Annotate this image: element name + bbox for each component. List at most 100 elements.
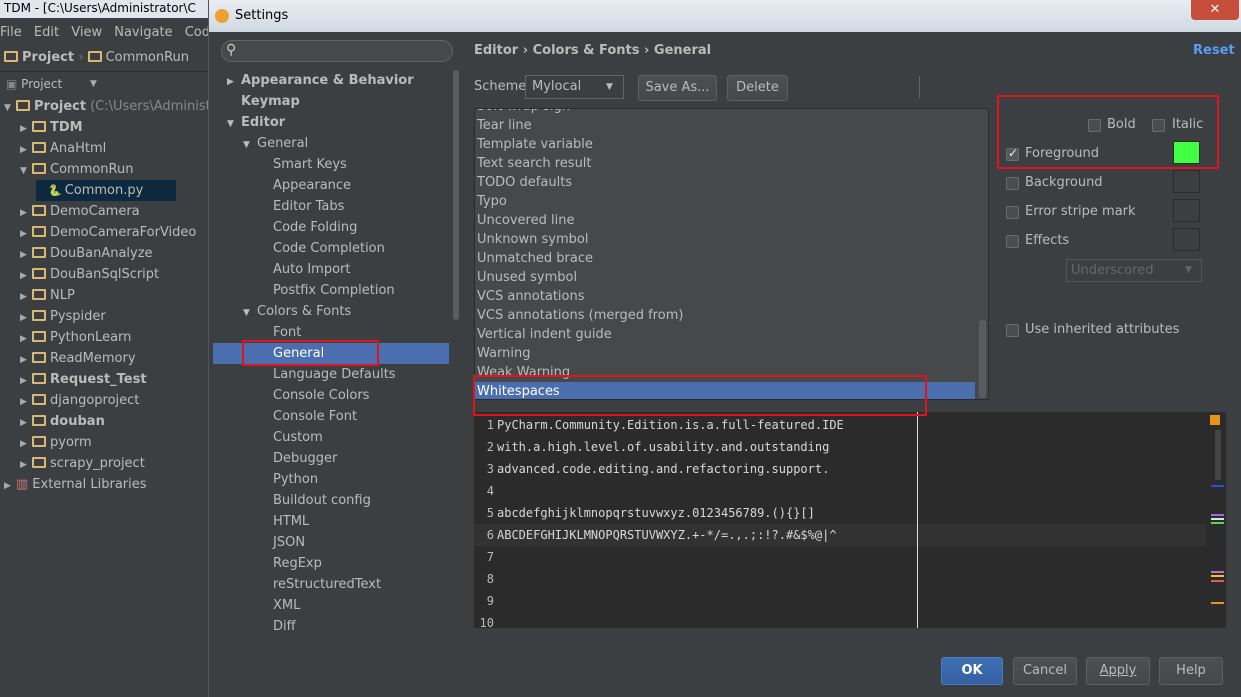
nav-scrollbar[interactable] (453, 70, 459, 320)
preview-scrollbar[interactable] (1215, 430, 1221, 480)
nav-item[interactable]: Debugger (259, 448, 337, 469)
expand-arrow-icon[interactable]: ▶ (4, 476, 16, 497)
expand-arrow-icon[interactable]: ▼ (227, 114, 241, 135)
nav-item[interactable]: RegExp (259, 553, 322, 574)
expand-arrow-icon[interactable]: ▶ (20, 371, 32, 392)
tree-item[interactable]: ▶ DemoCamera (20, 201, 140, 222)
expand-arrow-icon[interactable]: ▶ (20, 119, 32, 140)
error-stripe-color-swatch[interactable] (1173, 199, 1200, 222)
expand-arrow-icon[interactable]: ▼ (4, 98, 16, 119)
nav-item[interactable]: reStructuredText (259, 574, 381, 595)
nav-item[interactable]: HTML (259, 511, 309, 532)
expand-arrow-icon[interactable]: ▶ (20, 455, 32, 476)
attribute-item[interactable]: Unknown symbol (477, 230, 588, 249)
use-inherited-checkbox[interactable] (1006, 324, 1019, 337)
attribute-list-scrollbar[interactable] (979, 320, 986, 398)
attribute-item[interactable]: Unused symbol (477, 268, 577, 287)
attribute-item[interactable]: TODO defaults (477, 173, 572, 192)
close-button[interactable]: ✕ (1191, 0, 1239, 20)
cancel-button[interactable]: Cancel (1013, 657, 1077, 685)
tree-item[interactable]: ▶ DouBanSqlScript (20, 264, 159, 285)
nav-item[interactable]: Buildout config (259, 490, 371, 511)
nav-item[interactable]: Code Folding (259, 217, 357, 238)
crumb-project[interactable]: Project (22, 50, 74, 65)
expand-arrow-icon[interactable]: ▶ (20, 140, 32, 161)
attribute-list[interactable]: Soft wrap signTear lineTemplate variable… (474, 108, 989, 400)
attribute-item[interactable]: Vertical indent guide (477, 325, 612, 344)
tree-item[interactable]: ▼ Project (C:\Users\Administrat (4, 96, 229, 117)
attribute-item[interactable]: VCS annotations (merged from) (477, 306, 683, 325)
expand-arrow-icon[interactable]: ▶ (20, 329, 32, 350)
effects-color-swatch[interactable] (1173, 228, 1200, 251)
expand-arrow-icon[interactable]: ▶ (227, 72, 241, 93)
nav-item[interactable]: ▶ Appearance & Behavior (227, 70, 414, 91)
nav-item[interactable]: Python (259, 469, 318, 490)
expand-arrow-icon[interactable]: ▶ (20, 434, 32, 455)
nav-item[interactable]: ▼ General (243, 133, 308, 154)
nav-item[interactable]: Editor Tabs (259, 196, 344, 217)
effects-checkbox[interactable] (1006, 235, 1019, 248)
apply-button[interactable]: Apply (1086, 657, 1150, 685)
nav-item[interactable]: Auto Import (259, 259, 350, 280)
attribute-item[interactable]: Unmatched brace (477, 249, 593, 268)
settings-search-input[interactable]: ⚲ (221, 40, 453, 62)
nav-item[interactable]: XML (259, 595, 300, 616)
nav-item[interactable]: Font (259, 322, 301, 343)
nav-item[interactable]: Language Defaults (259, 364, 396, 385)
tree-item[interactable]: ▶ PythonLearn (20, 327, 131, 348)
tree-item[interactable]: ▶ Pyspider (20, 306, 106, 327)
attribute-item[interactable]: Uncovered line (477, 211, 574, 230)
tree-item[interactable]: ▶ Request_Test (20, 369, 147, 390)
reset-link[interactable]: Reset (1193, 43, 1235, 58)
attribute-item[interactable]: VCS annotations (477, 287, 585, 306)
bold-checkbox[interactable] (1088, 119, 1101, 132)
crumb-commonrun[interactable]: CommonRun (106, 50, 189, 65)
nav-item[interactable]: Console Colors (259, 385, 369, 406)
expand-arrow-icon[interactable]: ▶ (20, 413, 32, 434)
expand-arrow-icon[interactable]: ▼ (20, 161, 32, 182)
background-checkbox[interactable] (1006, 177, 1019, 190)
tree-item[interactable]: ▼ CommonRun (20, 159, 133, 180)
tree-item[interactable]: ▶ pyorm (20, 432, 92, 453)
code-preview[interactable]: 1 PyCharm.Community.Edition.is.a.full-fea… (474, 412, 1226, 628)
nav-item[interactable]: Console Font (259, 406, 357, 427)
scheme-select[interactable]: Mylocal ▼ (525, 75, 920, 99)
nav-item[interactable]: General (259, 343, 324, 364)
tree-item[interactable]: ▶ NLP (20, 285, 75, 306)
tree-item[interactable]: ▶ DemoCameraForVideo (20, 222, 196, 243)
attribute-item[interactable]: Soft wrap sign (477, 109, 570, 116)
nav-item[interactable]: Postfix Completion (259, 280, 395, 301)
menu-view[interactable]: View (71, 22, 102, 44)
attribute-item[interactable]: Typo (477, 192, 507, 211)
tree-item[interactable]: ▶ scrapy_project (20, 453, 145, 474)
nav-item[interactable]: Smart Keys (259, 154, 347, 175)
attribute-item[interactable]: Template variable (477, 135, 593, 154)
nav-item[interactable]: ▼ Editor (227, 112, 285, 133)
nav-item[interactable]: Code Completion (259, 238, 385, 259)
menu-file[interactable]: File (0, 22, 22, 44)
nav-item[interactable]: Appearance (259, 175, 351, 196)
nav-item[interactable]: Custom (259, 427, 323, 448)
expand-arrow-icon[interactable]: ▶ (20, 350, 32, 371)
menu-navigate[interactable]: Navigate (114, 22, 172, 44)
expand-arrow-icon[interactable]: ▶ (20, 245, 32, 266)
nav-item[interactable]: ▼ Colors & Fonts (243, 301, 351, 322)
attribute-item[interactable]: Whitespaces (477, 382, 560, 399)
nav-item[interactable]: Diff (259, 616, 296, 637)
expand-arrow-icon[interactable]: ▶ (20, 392, 32, 413)
tree-item[interactable]: 🐍 Common.py (36, 180, 176, 201)
expand-arrow-icon[interactable]: ▼ (243, 303, 257, 324)
attribute-item[interactable]: Text search result (477, 154, 592, 173)
expand-arrow-icon[interactable]: ▶ (20, 287, 32, 308)
tree-item[interactable]: ▶ DouBanAnalyze (20, 243, 153, 264)
effect-type-select[interactable]: Underscored ▼ (1066, 259, 1202, 282)
background-color-swatch[interactable] (1173, 170, 1200, 193)
project-view-selector[interactable]: ▣ Project ▼ (0, 73, 210, 95)
delete-button[interactable]: Delete (727, 75, 788, 101)
expand-arrow-icon[interactable]: ▶ (20, 224, 32, 245)
error-stripe-checkbox[interactable] (1006, 206, 1019, 219)
nav-item[interactable]: Keymap (227, 91, 300, 112)
nav-item[interactable]: JSON (259, 532, 305, 553)
expand-arrow-icon[interactable]: ▶ (20, 266, 32, 287)
expand-arrow-icon[interactable]: ▶ (20, 308, 32, 329)
